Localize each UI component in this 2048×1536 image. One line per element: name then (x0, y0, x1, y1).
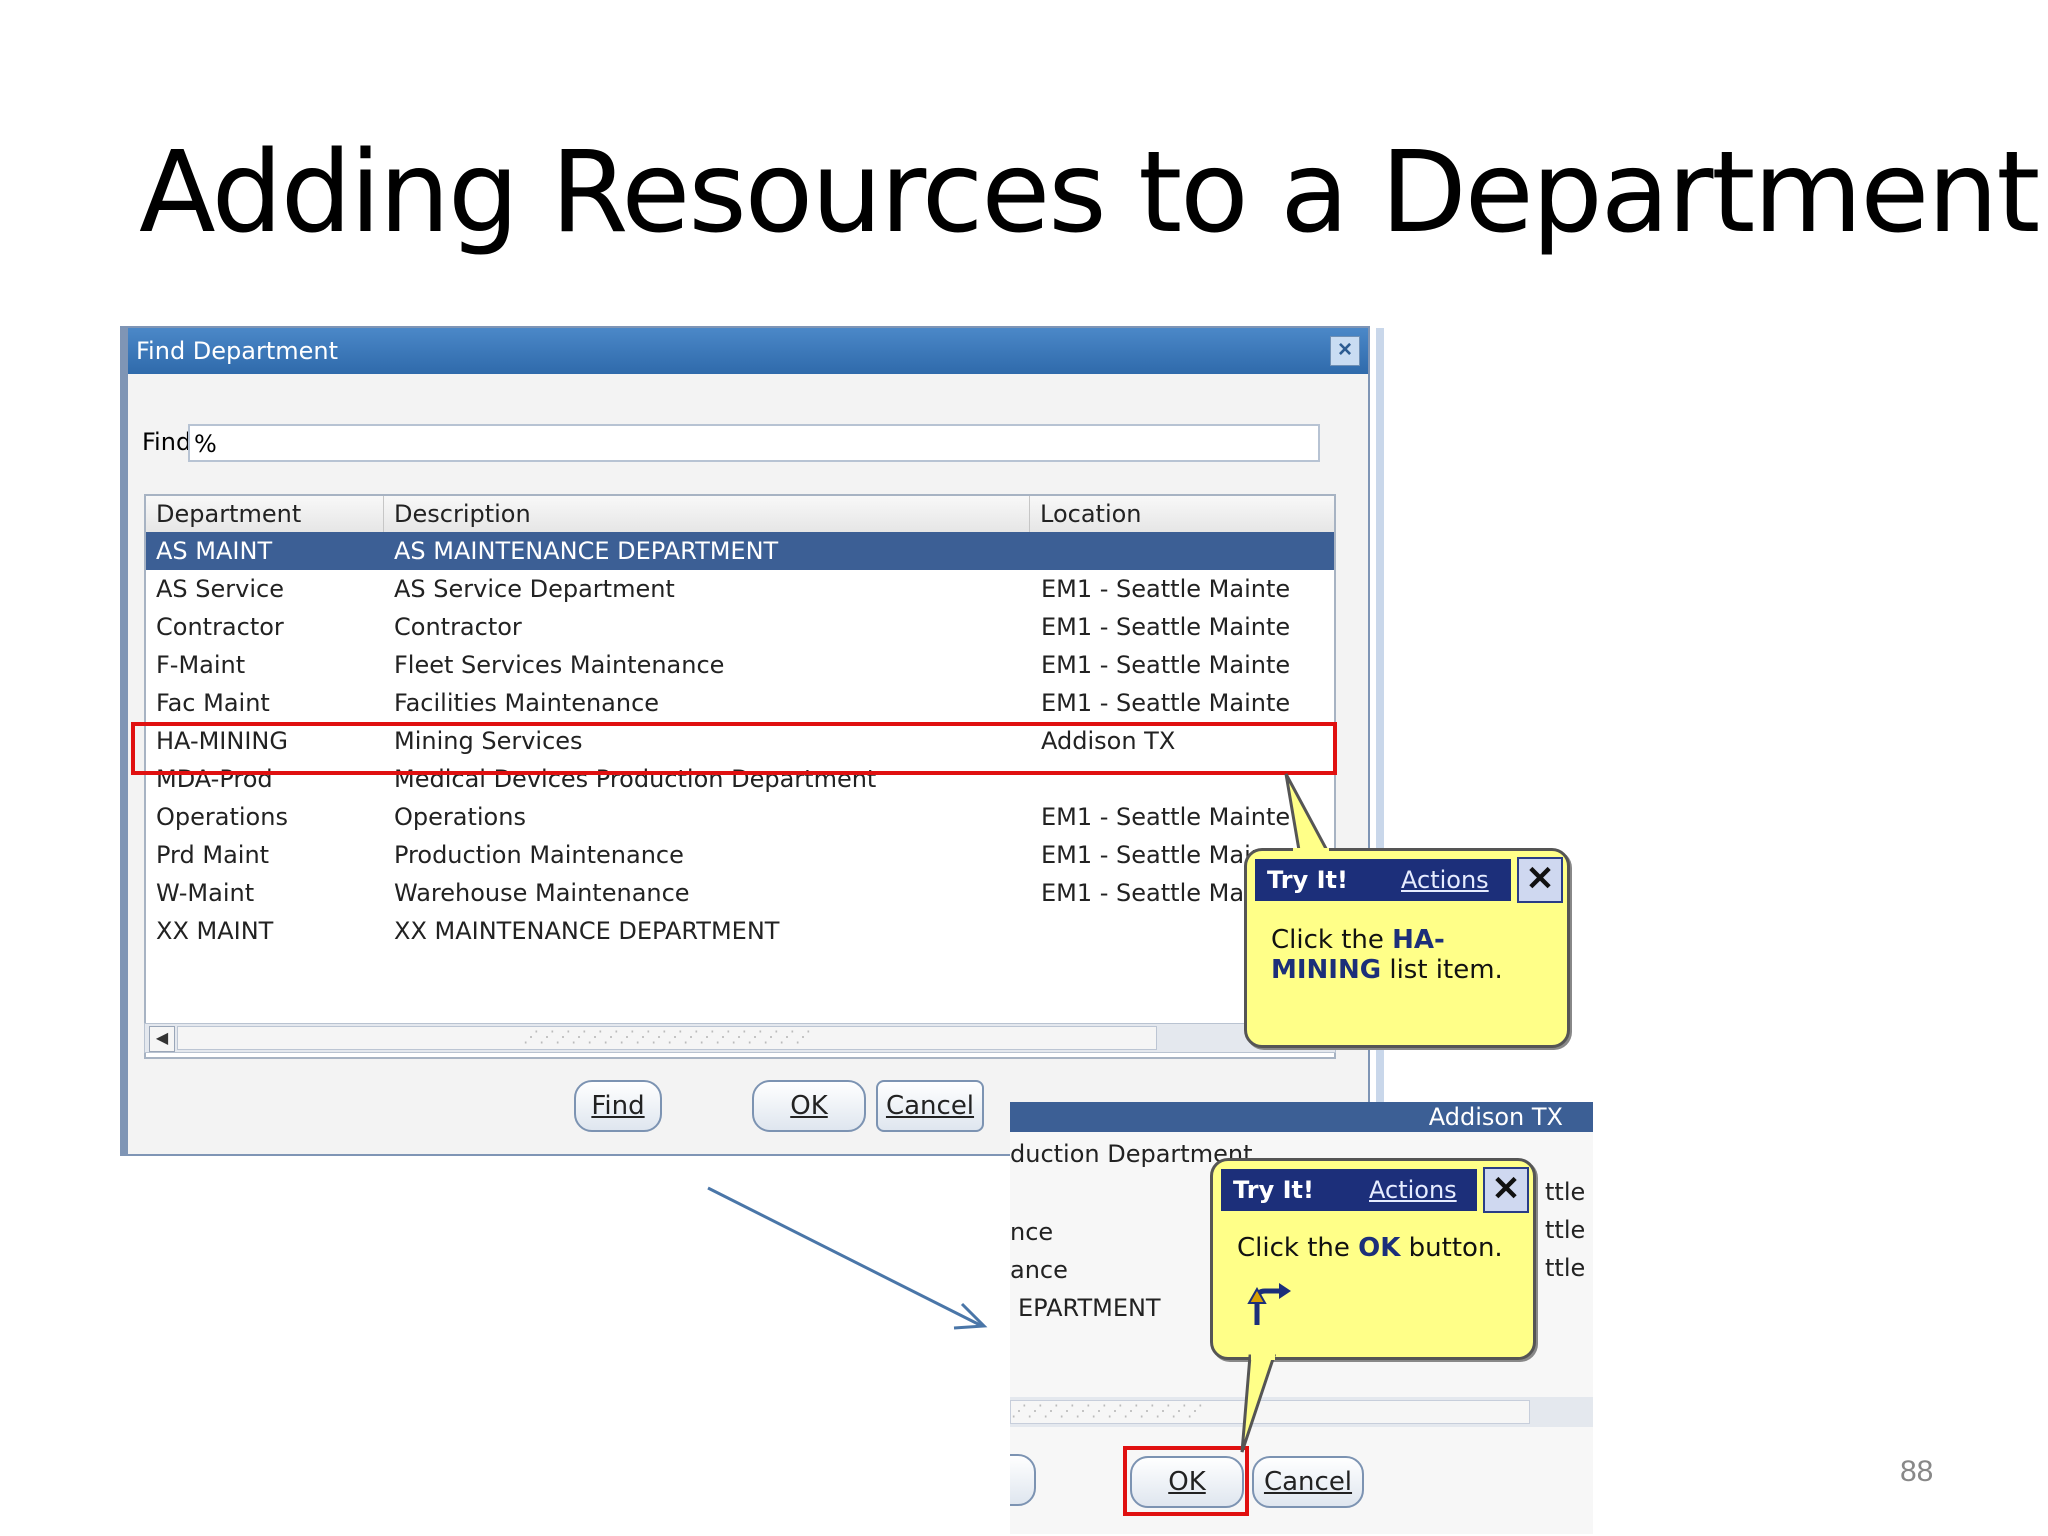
callout-1-text-suffix: list item. (1381, 955, 1503, 985)
crop-cancel-button[interactable]: Cancel (1252, 1456, 1364, 1508)
callout-2-header: Try It! Actions (1221, 1169, 1477, 1211)
callout-1-actions-link[interactable]: Actions (1401, 859, 1489, 901)
cell-description: AS Service Department (394, 575, 675, 603)
find-label: Find (142, 428, 192, 456)
crop-selected-row[interactable]: Addison TX (1010, 1102, 1593, 1132)
cell-description: Warehouse Maintenance (394, 879, 690, 907)
find-button-label: Find (591, 1091, 645, 1121)
crop-scrollbar[interactable]: ⋰⋰⋰⋰⋰⋰⋰⋰⋰⋰⋰⋰ (1010, 1397, 1593, 1427)
callout-2-tail (1240, 1354, 1277, 1453)
column-header-location[interactable]: Location (1030, 496, 1334, 532)
callout-1-text-prefix: Click the (1271, 925, 1393, 955)
cell-department: Contractor (156, 613, 284, 641)
callout-try-it-2: Try It! Actions ✕ Click the OK button. (1210, 1158, 1536, 1360)
cancel-button-label: Cancel (885, 1091, 975, 1121)
callout-2-text-prefix: Click the (1237, 1233, 1359, 1263)
horizontal-scrollbar[interactable]: ◀ ⋰⋰⋰⋰⋰⋰⋰⋰⋰⋰⋰⋰⋰⋰⋰⋰⋰⋰ (144, 1023, 1336, 1053)
cell-location: EM1 - Seattle Mainte (1041, 651, 1291, 679)
callout-1-title: Try It! (1267, 866, 1348, 894)
list-item[interactable]: XX MAINT XX MAINTENANCE DEPARTMENT (146, 912, 1334, 950)
callout-1-tail (1284, 773, 1333, 858)
find-button[interactable]: Find (574, 1080, 662, 1132)
scroll-left-icon[interactable]: ◀ (149, 1026, 175, 1052)
crop-find-button-edge[interactable] (1010, 1454, 1036, 1506)
callout-1-tail-join (1293, 848, 1329, 854)
list-item[interactable]: Fac Maint Facilities Maintenance EM1 - S… (146, 684, 1334, 722)
callout-2-text: Click the OK button. (1237, 1233, 1527, 1263)
callout-2-tail-join (1251, 1352, 1275, 1360)
crop-text: ance (1010, 1256, 1068, 1284)
close-icon[interactable]: ✕ (1517, 857, 1563, 903)
callout-2-title: Try It! (1233, 1176, 1314, 1204)
cell-location: EM1 - Seattle Mainte (1041, 689, 1291, 717)
list-item[interactable]: Operations Operations EM1 - Seattle Main… (146, 798, 1334, 836)
cell-department: XX MAINT (156, 917, 274, 945)
callout-2-text-bold: OK (1358, 1233, 1401, 1263)
crop-cancel-label: Cancel (1263, 1467, 1353, 1497)
turn-arrow-icon (1247, 1283, 1291, 1325)
cell-description: Fleet Services Maintenance (394, 651, 725, 679)
cell-department: AS MAINT (156, 537, 273, 565)
list-item[interactable]: Contractor Contractor EM1 - Seattle Main… (146, 608, 1334, 646)
list-item[interactable]: F-Maint Fleet Services Maintenance EM1 -… (146, 646, 1334, 684)
crop-selected-location: Addison TX (1428, 1103, 1563, 1131)
crop-text: ttle I (1545, 1216, 1593, 1244)
find-input[interactable]: % (188, 424, 1320, 462)
cell-department: AS Service (156, 575, 284, 603)
column-header-description[interactable]: Description (384, 496, 1030, 532)
page-number: 88 (1900, 1455, 1934, 1488)
column-header-department[interactable]: Department (146, 496, 384, 532)
ok-button-highlight (1123, 1446, 1249, 1516)
cancel-button[interactable]: Cancel (876, 1080, 984, 1132)
callout-1-header: Try It! Actions (1255, 859, 1511, 901)
ok-button-label: OK (790, 1091, 828, 1121)
close-icon[interactable]: × (1330, 336, 1360, 366)
cell-department: Prd Maint (156, 841, 270, 869)
cell-description: XX MAINTENANCE DEPARTMENT (394, 917, 780, 945)
ha-mining-highlight (131, 722, 1337, 775)
slide-title: Adding Resources to a Department (139, 128, 2040, 258)
callout-2-text-suffix: button. (1400, 1233, 1503, 1263)
list-item[interactable]: Prd Maint Production Maintenance EM1 - S… (146, 836, 1334, 874)
cell-department: W-Maint (156, 879, 255, 907)
close-icon[interactable]: ✕ (1483, 1167, 1529, 1213)
cell-department: F-Maint (156, 651, 246, 679)
callout-2-actions-link[interactable]: Actions (1369, 1169, 1457, 1211)
crop-text: nce (1010, 1218, 1054, 1246)
cell-description: Production Maintenance (394, 841, 684, 869)
cell-description: Operations (394, 803, 526, 831)
cell-location (1041, 532, 1331, 570)
ok-button[interactable]: OK (752, 1080, 866, 1132)
callout-try-it-1: Try It! Actions ✕ Click the HA-MINING li… (1244, 848, 1570, 1048)
window-title: Find Department (136, 337, 339, 365)
callout-1-text: Click the HA-MINING list item. (1271, 925, 1551, 985)
cell-location: EM1 - Seattle Mainte (1041, 575, 1291, 603)
list-item[interactable]: W-Maint Warehouse Maintenance EM1 - Seat… (146, 874, 1334, 912)
list-item[interactable]: AS MAINT AS MAINTENANCE DEPARTMENT (146, 532, 1334, 570)
list-item[interactable]: AS Service AS Service Department EM1 - S… (146, 570, 1334, 608)
pointer-arrow (707, 1186, 988, 1330)
crop-text: ttle I (1545, 1178, 1593, 1206)
cell-description: Facilities Maintenance (394, 689, 660, 717)
list-header: Department Description Location (146, 496, 1334, 533)
cell-description: Contractor (394, 613, 522, 641)
cell-description: AS MAINTENANCE DEPARTMENT (394, 537, 779, 565)
crop-text: EPARTMENT (1018, 1294, 1161, 1322)
cell-department: Fac Maint (156, 689, 270, 717)
cell-location: EM1 - Seattle Mainte (1041, 613, 1291, 641)
window-titlebar: Find Department (128, 328, 1368, 374)
department-list: Department Description Location AS MAINT… (144, 494, 1336, 1059)
cell-department: Operations (156, 803, 288, 831)
crop-text: ttle I (1545, 1254, 1593, 1282)
scroll-thumb[interactable]: ⋰⋰⋰⋰⋰⋰⋰⋰⋰⋰⋰⋰⋰⋰⋰⋰⋰⋰ (177, 1026, 1157, 1050)
